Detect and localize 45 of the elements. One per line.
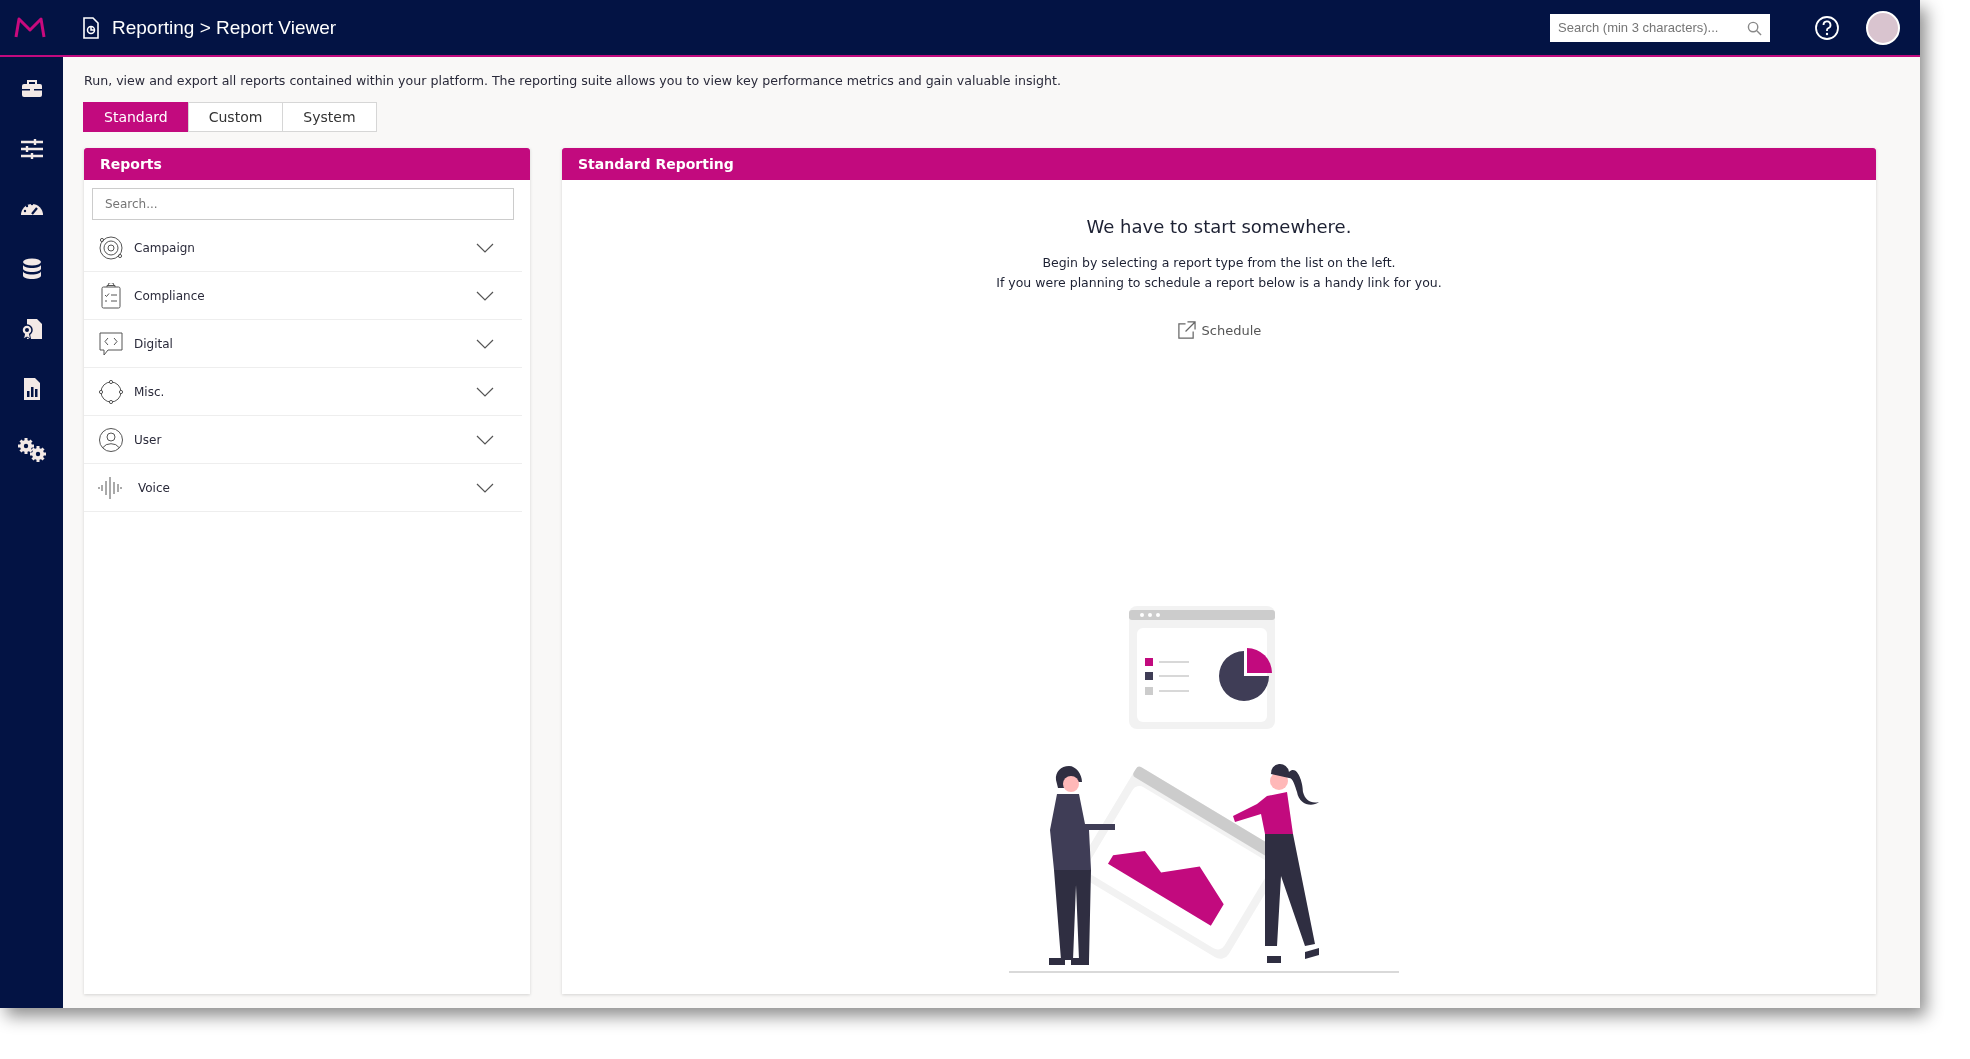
empty-state-text: Begin by selecting a report type from the list on the left. (1042, 255, 1396, 270)
avatar[interactable] (1866, 10, 1900, 45)
code-bubble-icon (98, 330, 124, 357)
empty-state-text: If you were planning to schedule a report below is a handy link for you. (996, 275, 1442, 290)
circle-nodes-icon (98, 378, 124, 405)
category-item[interactable]: Digital (84, 320, 522, 368)
chevron-icon (476, 482, 494, 493)
gears-icon[interactable] (16, 437, 47, 463)
clipboard-checklist-icon (98, 282, 124, 309)
chevron-icon (476, 338, 494, 349)
category-item[interactable]: Voice (84, 464, 522, 512)
user-icon (98, 426, 124, 453)
category-item[interactable]: User (84, 416, 522, 464)
chevron-icon (476, 290, 494, 301)
search-field[interactable]: Search (min 3 characters)... (1550, 13, 1770, 42)
category-item[interactable]: Compliance (84, 272, 522, 320)
empty-state-heading: We have to start somewhere. (1086, 216, 1352, 237)
tab[interactable]: Custom (187, 102, 284, 132)
category-label: User (134, 432, 163, 447)
help-icon[interactable] (1814, 14, 1840, 41)
chevron-icon (476, 434, 494, 445)
category-label: Campaign (134, 240, 196, 255)
category-label: Voice (138, 480, 171, 495)
category-label: Misc. (134, 384, 166, 399)
page-title: Reporting > Report Viewer (112, 16, 337, 39)
logo-icon[interactable] (14, 16, 46, 39)
tab[interactable]: System (282, 102, 377, 132)
panel-title: Reports (100, 156, 162, 172)
external-link-icon (1176, 321, 1196, 340)
panel-title: Standard Reporting (578, 156, 734, 172)
sliders-icon[interactable] (19, 137, 44, 161)
category-item[interactable]: Campaign (84, 224, 522, 272)
tab[interactable]: Standard (83, 102, 189, 132)
category-item[interactable]: Misc. (84, 368, 522, 416)
chevron-icon (476, 242, 494, 253)
search-icon (1747, 20, 1762, 36)
category-label: Digital (134, 336, 174, 351)
chevron-icon (476, 386, 494, 397)
target-icon (98, 234, 124, 261)
page-description: Run, view and export all reports contained within your platform. The reporting suite allows you to view key performance metrics and gain valuable insight. (84, 73, 1062, 88)
document-icon (82, 16, 100, 39)
category-label: Compliance (134, 288, 206, 303)
search-field[interactable]: Search... (92, 188, 514, 220)
schedule-link[interactable]: Schedule (1176, 321, 1262, 340)
certificate-document-icon[interactable] (19, 317, 44, 341)
